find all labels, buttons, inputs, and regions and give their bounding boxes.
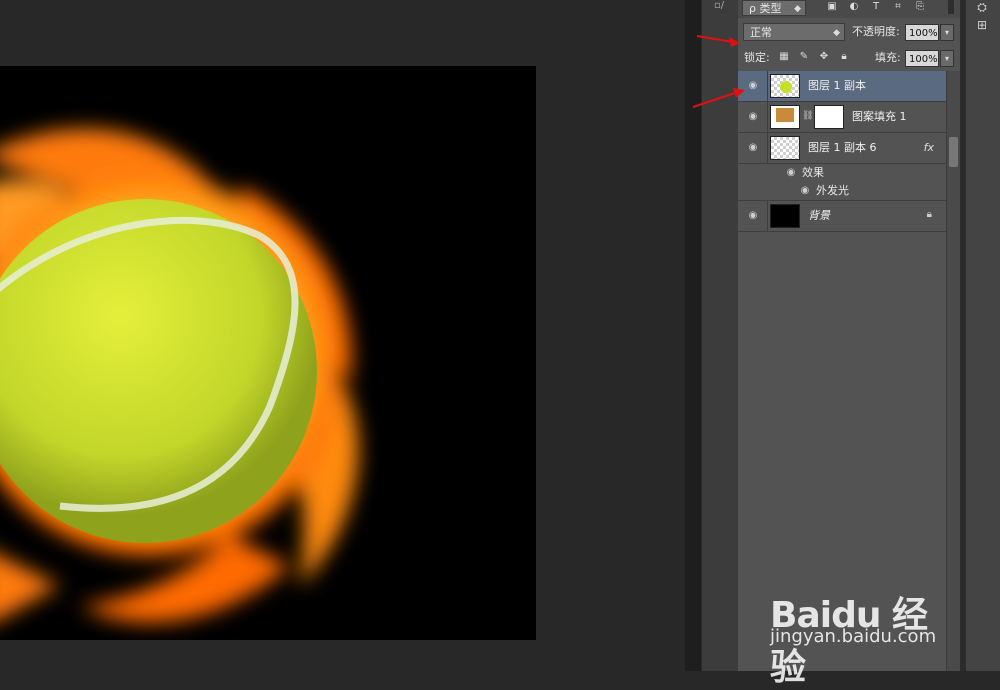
image-filter-icon[interactable]: ▣ bbox=[826, 1, 838, 13]
visibility-column: ◉ bbox=[738, 133, 768, 163]
opacity-label: 不透明度: bbox=[852, 25, 900, 38]
link-icon[interactable]: ⛓ bbox=[802, 111, 813, 121]
adjustment-filter-icon[interactable]: ◐ bbox=[848, 1, 860, 13]
layer-row-3[interactable]: ◉ 图层 1 副本 6 fx bbox=[738, 133, 946, 164]
effect-name: 外发光 bbox=[816, 184, 849, 197]
eye-icon[interactable]: ◉ bbox=[746, 110, 760, 124]
filter-kind-select[interactable]: ρ 类型 ◆ bbox=[742, 0, 806, 16]
blend-mode-select[interactable]: 正常 ◆ bbox=[743, 23, 845, 41]
visibility-column: ◉ bbox=[738, 201, 768, 231]
eye-icon[interactable]: ◉ bbox=[784, 166, 798, 180]
layer-name: 图层 1 副本 6 bbox=[808, 141, 877, 154]
lock-transparent-pixels-icon[interactable]: ▦ bbox=[778, 51, 790, 63]
dropdown-arrow-icon: ◆ bbox=[833, 28, 840, 38]
layer-row-2[interactable]: ◉ ⛓ 图案填充 1 bbox=[738, 102, 946, 133]
pattern-fill-thumb bbox=[770, 105, 800, 129]
dropdown-arrow-icon: ◆ bbox=[794, 4, 801, 14]
collapsed-panel-strip: ▫/ bbox=[701, 0, 739, 671]
mask-thumb bbox=[814, 105, 844, 129]
type-filter-icon[interactable]: T bbox=[870, 1, 882, 13]
lock-icon: 🔒︎ bbox=[926, 209, 932, 220]
right-panel-strip: ⛭ ⊞ bbox=[966, 0, 1000, 671]
visibility-column: ◉ bbox=[738, 71, 768, 101]
eye-icon[interactable]: ◉ bbox=[746, 141, 760, 155]
fill-dropdown-button[interactable]: ▾ bbox=[940, 50, 954, 67]
layer-name: 图层 1 副本 bbox=[808, 79, 866, 92]
filter-toggle[interactable] bbox=[948, 0, 954, 14]
transparent-thumb bbox=[770, 136, 800, 160]
panel-collapse-icon[interactable]: ⛭ bbox=[974, 0, 990, 14]
fx-icon[interactable]: fx bbox=[924, 133, 934, 163]
pattern-swatch bbox=[776, 108, 794, 122]
tennis-ball-thumb bbox=[770, 74, 800, 98]
lock-image-pixels-icon[interactable]: ✎ bbox=[798, 51, 810, 63]
blend-row: 正常 ◆ 不透明度: 100% ▾ bbox=[738, 20, 960, 44]
canvas-area[interactable] bbox=[0, 0, 685, 671]
grid-icon[interactable]: ⊞ bbox=[974, 18, 990, 32]
blend-mode-value: 正常 bbox=[750, 26, 772, 39]
tennis-ball-fire-artwork bbox=[0, 128, 359, 623]
layer-row-4[interactable]: ◉ 背景 🔒︎ bbox=[738, 201, 946, 232]
fill-label: 填充: bbox=[875, 51, 901, 64]
layer-filter-row: ρ 类型 ◆ ▣ ◐ T ⌗ ⎘ bbox=[738, 0, 960, 18]
visibility-column: ◉ bbox=[738, 102, 768, 132]
lock-label: 锁定: bbox=[744, 51, 770, 64]
shape-filter-icon[interactable]: ⌗ bbox=[892, 1, 904, 13]
watermark-url: jingyan.baidu.com bbox=[770, 626, 937, 647]
lock-row: 锁定: ▦ ✎ ✥ 🔒︎ 填充: 100% ▾ bbox=[738, 46, 960, 70]
eye-icon[interactable]: ◉ bbox=[746, 79, 760, 93]
baidu-watermark: Baidu 经验 jingyan.baidu.com bbox=[770, 566, 960, 688]
layer-name: 背景 bbox=[808, 209, 830, 222]
dock-gap bbox=[685, 0, 701, 671]
black-thumb bbox=[770, 204, 800, 228]
filter-kind-label: ρ 类型 bbox=[749, 2, 782, 15]
document-canvas[interactable] bbox=[0, 66, 536, 640]
opacity-input[interactable]: 100% bbox=[905, 24, 939, 41]
fill-input[interactable]: 100% bbox=[905, 50, 939, 67]
panel-icon[interactable]: ▫/ bbox=[714, 0, 728, 11]
layer-row-1[interactable]: ◉ 图层 1 副本 bbox=[738, 71, 946, 102]
effect-outer-glow-row[interactable]: ◉ 外发光 bbox=[738, 182, 946, 201]
eye-icon[interactable]: ◉ bbox=[746, 209, 760, 223]
eye-icon[interactable]: ◉ bbox=[798, 184, 812, 198]
effects-row[interactable]: ◉ 效果 bbox=[738, 164, 946, 182]
lock-position-icon[interactable]: ✥ bbox=[818, 51, 830, 63]
lock-all-icon[interactable]: 🔒︎ bbox=[838, 51, 850, 63]
opacity-dropdown-button[interactable]: ▾ bbox=[940, 24, 954, 41]
effects-label: 效果 bbox=[802, 166, 824, 179]
smart-object-filter-icon[interactable]: ⎘ bbox=[914, 1, 926, 13]
tennis-ball-thumb-icon bbox=[780, 81, 792, 93]
scrollbar-thumb[interactable] bbox=[949, 137, 958, 167]
layer-name: 图案填充 1 bbox=[852, 110, 907, 123]
